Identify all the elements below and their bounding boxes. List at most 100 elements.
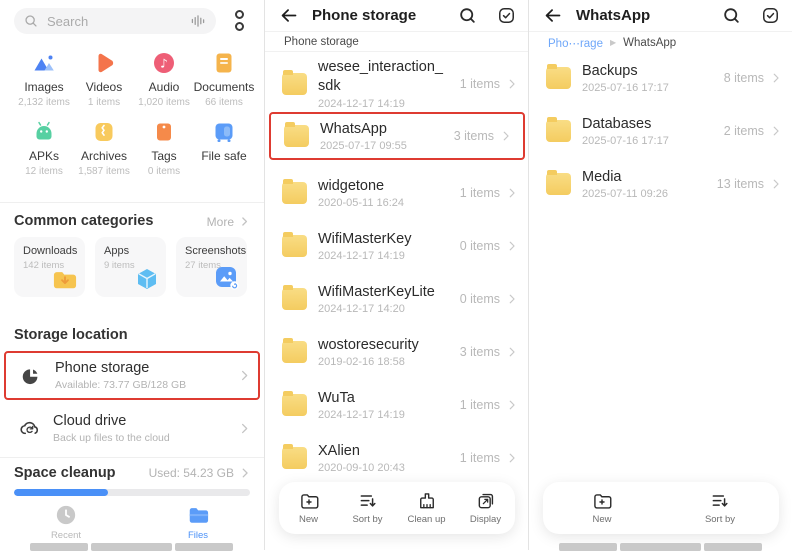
file-date: 2024-12-17 14:19 <box>318 250 411 262</box>
list-item-databases[interactable]: Databases 2025-07-16 17:17 2 items <box>529 107 792 155</box>
breadcrumb-current: WhatsApp <box>623 37 676 49</box>
sort-by-button[interactable]: Sort by <box>338 491 397 525</box>
list-item-xalien[interactable]: XAlien 2020-09-10 20:43 1 items <box>265 435 529 481</box>
category-documents[interactable]: Documents 66 items <box>192 50 256 109</box>
clock-icon <box>55 504 77 526</box>
category-images[interactable]: Images 2,132 items <box>12 50 76 109</box>
downloads-folder-icon <box>51 268 79 292</box>
list-item-widgetone[interactable]: widgetone 2020-05-11 16:24 1 items <box>265 170 529 216</box>
more-options-icon[interactable] <box>233 10 245 31</box>
file-name: wostoresecurity <box>318 337 419 353</box>
item-count: 3 items <box>454 129 494 143</box>
pie-chart-icon <box>20 365 42 387</box>
breadcrumb-parent-link[interactable]: Pho⋯rage <box>548 36 603 50</box>
list-item-wostoresecurity[interactable]: wostoresecurity 2019-02-16 18:58 3 items <box>265 329 529 375</box>
space-used-value: Used: 54.23 GB <box>149 466 234 480</box>
back-arrow-icon[interactable] <box>278 5 299 26</box>
category-archives[interactable]: Archives 1,587 items <box>72 119 136 178</box>
folder-icon <box>282 288 307 310</box>
space-cleanup-label: Space cleanup <box>14 465 116 481</box>
chevron-right-icon <box>499 129 513 143</box>
file-date: 2025-07-17 09:55 <box>320 140 407 152</box>
category-tags[interactable]: Tags 0 items <box>132 119 196 178</box>
card-screenshots[interactable]: Screenshots 27 items <box>176 237 247 297</box>
new-button[interactable]: New <box>543 491 661 525</box>
more-link[interactable]: More <box>207 215 234 229</box>
list-item-wifimasterkeylite[interactable]: WifiMasterKeyLite 2024-12-17 14:20 0 ite… <box>265 276 529 322</box>
nav-tab-recent[interactable]: Recent <box>36 504 96 541</box>
sort-by-button[interactable]: Sort by <box>661 491 779 525</box>
cloud-drive-row[interactable]: Cloud drive Back up files to the cloud <box>0 407 264 449</box>
breadcrumb: Phone storage <box>265 33 529 52</box>
item-count: 1 items <box>460 186 500 200</box>
cloud-sync-icon <box>18 417 41 440</box>
clean-up-button[interactable]: Clean up <box>397 491 456 525</box>
display-button[interactable]: Display <box>456 491 515 525</box>
chevron-right-icon <box>505 239 519 253</box>
card-downloads[interactable]: Downloads 142 items <box>14 237 85 297</box>
file-name: Media <box>582 169 668 185</box>
category-videos[interactable]: Videos 1 items <box>72 50 136 109</box>
card-label: Screenshots <box>185 245 247 257</box>
category-count <box>192 166 256 178</box>
folder-icon <box>282 73 307 95</box>
category-label: Documents <box>192 80 256 94</box>
search-icon[interactable] <box>722 6 741 25</box>
voice-waveform-icon[interactable] <box>190 13 206 29</box>
documents-icon <box>192 50 256 76</box>
search-bar[interactable] <box>14 8 216 34</box>
search-icon <box>24 14 38 28</box>
list-item-whatsapp[interactable]: WhatsApp 2025-07-17 09:55 3 items <box>269 112 525 160</box>
category-label: Audio <box>132 80 196 94</box>
category-audio[interactable]: ♪ Audio 1,020 items <box>132 50 196 109</box>
category-file-safe[interactable]: File safe <box>192 119 256 178</box>
breadcrumb: Pho⋯rage ▶ WhatsApp <box>529 33 792 52</box>
new-folder-icon <box>592 491 612 511</box>
list-item-wifimasterkey[interactable]: WifiMasterKey 2024-12-17 14:19 0 items <box>265 223 529 269</box>
file-name: WhatsApp <box>320 121 407 137</box>
item-count: 1 items <box>460 77 500 91</box>
list-item-wesee[interactable]: wesee_interaction_sdk 2024-12-17 14:19 1… <box>265 56 529 112</box>
phone-storage-row[interactable]: Phone storage Available: 73.77 GB/128 GB <box>4 351 260 400</box>
common-categories-title: Common categories <box>14 213 153 229</box>
file-name: WuTa <box>318 390 405 406</box>
file-name: XAlien <box>318 443 405 459</box>
space-cleanup-row[interactable]: Space cleanup Used: 54.23 GB <box>0 462 264 484</box>
list-item-media[interactable]: Media 2025-07-11 09:26 13 items <box>529 160 792 208</box>
back-arrow-icon[interactable] <box>542 5 563 26</box>
list-item-backups[interactable]: Backups 2025-07-16 17:17 8 items <box>529 54 792 102</box>
archive-zip-icon <box>72 119 136 145</box>
toolbar-label: Clean up <box>407 514 445 525</box>
select-checkbox-icon[interactable] <box>761 6 780 25</box>
select-checkbox-icon[interactable] <box>497 6 516 25</box>
page-title: Phone storage <box>312 7 438 24</box>
nav-label: Files <box>168 530 228 541</box>
file-name: WifiMasterKeyLite <box>318 284 435 300</box>
tag-icon <box>132 119 196 145</box>
nav-tab-files[interactable]: Files <box>168 504 228 541</box>
file-name: widgetone <box>318 178 404 194</box>
chevron-right-icon <box>505 186 519 200</box>
category-count: 1,587 items <box>72 166 136 178</box>
storage-progress-bar <box>14 489 250 496</box>
item-count: 1 items <box>460 451 500 465</box>
search-icon[interactable] <box>458 6 477 25</box>
card-apps[interactable]: Apps 9 items <box>95 237 166 297</box>
file-date: 2020-09-10 20:43 <box>318 462 405 474</box>
new-folder-icon <box>299 491 319 511</box>
new-button[interactable]: New <box>279 491 338 525</box>
chevron-right-icon[interactable] <box>238 215 251 228</box>
list-item-wuta[interactable]: WuTa 2024-12-17 14:19 1 items <box>265 382 529 428</box>
chevron-right-icon <box>505 345 519 359</box>
category-count: 1,020 items <box>132 97 196 109</box>
file-name: Backups <box>582 63 669 79</box>
category-label: Archives <box>72 149 136 163</box>
chevron-right-icon <box>505 398 519 412</box>
page-title: WhatsApp <box>576 7 702 24</box>
toolbar-label: Sort by <box>705 514 735 525</box>
category-apks[interactable]: APKs 12 items <box>12 119 76 178</box>
chevron-right-icon <box>505 451 519 465</box>
search-input[interactable] <box>45 13 190 30</box>
android-icon <box>12 119 76 145</box>
sort-icon <box>358 491 378 511</box>
